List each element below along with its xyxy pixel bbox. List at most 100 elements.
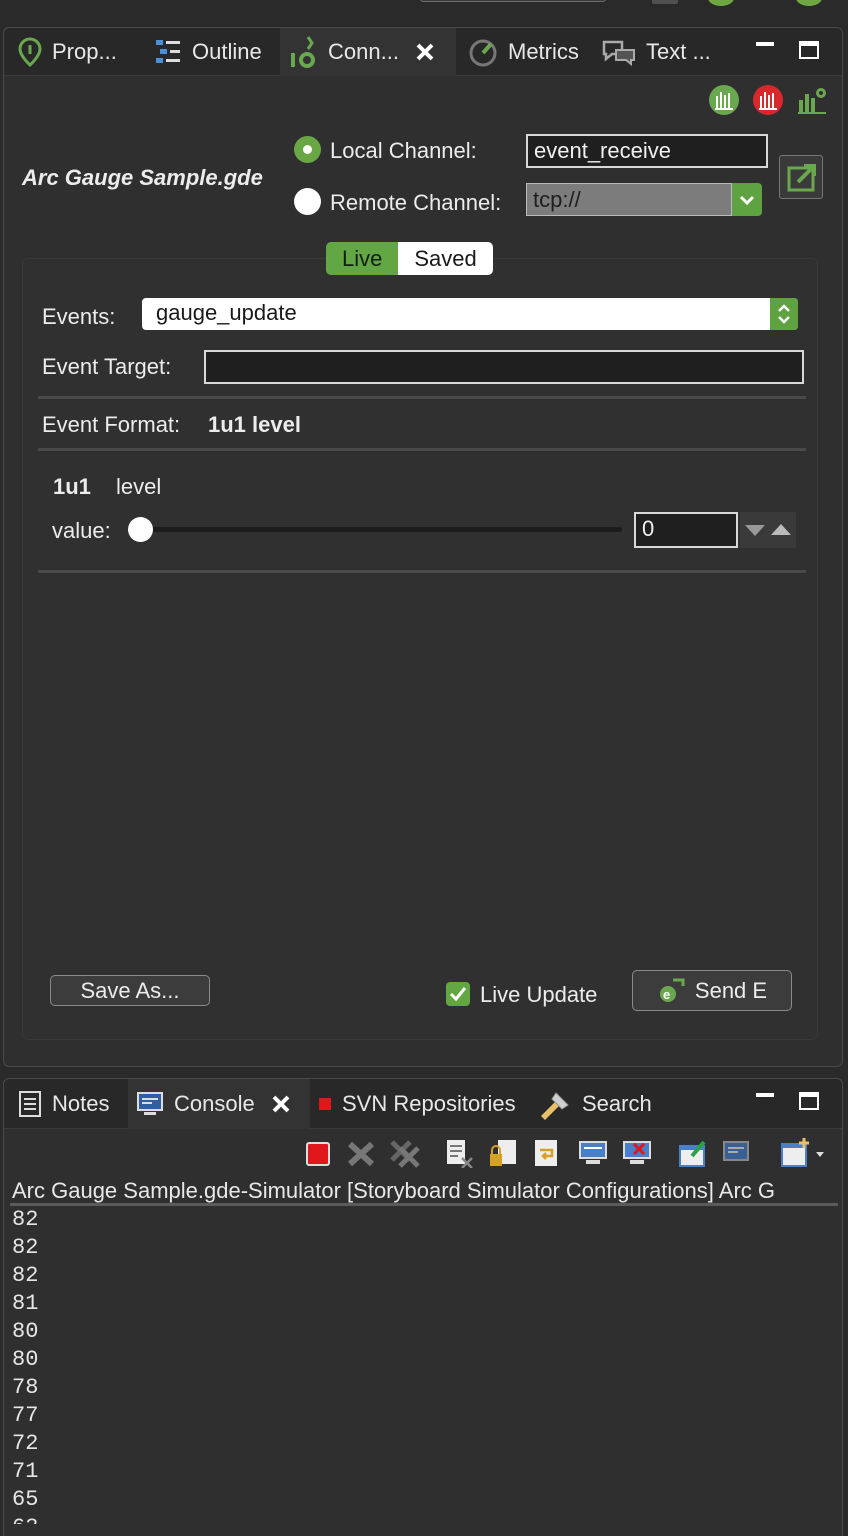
maximize-button[interactable] <box>799 41 819 59</box>
open-console-icon[interactable] <box>780 1138 828 1168</box>
tab-label: Outline <box>192 39 262 64</box>
remote-channel-label: Remote Channel: <box>330 190 502 215</box>
value-label: value: <box>52 518 111 543</box>
tab-console[interactable]: Console <box>128 1079 310 1129</box>
console-line: 63 <box>12 1514 838 1524</box>
word-wrap-icon[interactable] <box>532 1138 562 1168</box>
tab-search[interactable]: Search <box>530 1079 660 1129</box>
close-icon[interactable] <box>271 1094 291 1114</box>
checkmark-icon <box>449 987 467 1002</box>
terminate-icon[interactable] <box>304 1138 334 1168</box>
status-dot-icon <box>708 0 734 6</box>
chart-green-icon[interactable] <box>708 84 740 116</box>
tab-label: Search <box>582 1091 652 1116</box>
save-as-button[interactable]: Save As... <box>50 975 210 1006</box>
chart-settings-icon[interactable] <box>796 84 828 116</box>
bottom-tabbar: Notes Console SVN Repositories Search <box>4 1079 842 1129</box>
field-name: level <box>116 474 162 499</box>
spin-down-icon[interactable] <box>744 523 766 537</box>
event-target-input[interactable] <box>204 350 804 384</box>
console-line: 81 <box>12 1291 39 1316</box>
event-target-label: Event Target: <box>42 354 172 379</box>
popout-button[interactable] <box>779 155 823 199</box>
top-mini-icon <box>652 0 678 4</box>
remove-all-icon[interactable] <box>390 1138 420 1168</box>
mode-toggle[interactable]: Live Saved <box>326 242 493 275</box>
console-line: 72 <box>12 1431 39 1456</box>
remote-channel-value[interactable]: tcp:// <box>526 183 732 216</box>
value-input[interactable]: 0 <box>634 512 738 548</box>
properties-icon <box>18 37 42 67</box>
flashlight-icon <box>541 1092 569 1120</box>
chart-red-icon[interactable] <box>752 84 784 116</box>
live-update-label: Live Update <box>480 982 598 1007</box>
local-channel-label: Local Channel: <box>330 138 477 163</box>
svg-text:e: e <box>663 987 670 1002</box>
value-slider-track[interactable] <box>140 527 622 532</box>
status-dot-icon <box>796 0 822 6</box>
tab-properties[interactable]: Prop... <box>10 28 125 76</box>
console-line: 78 <box>12 1375 39 1400</box>
field-type: 1u1 <box>53 474 91 499</box>
show-on-output-icon[interactable] <box>578 1138 608 1168</box>
mode-live-button[interactable]: Live <box>326 242 399 275</box>
svn-icon <box>319 1098 331 1110</box>
console-line: 65 <box>12 1487 39 1512</box>
console-line: 80 <box>12 1347 39 1372</box>
tab-label: SVN Repositories <box>342 1091 516 1116</box>
value-spinner[interactable] <box>740 512 796 548</box>
minimize-button[interactable] <box>754 38 776 60</box>
tab-text[interactable]: Text ... <box>594 28 719 76</box>
maximize-button[interactable] <box>799 1092 819 1110</box>
chevron-down-icon[interactable] <box>732 183 762 216</box>
console-title: Arc Gauge Sample.gde-Simulator [Storyboa… <box>12 1178 776 1203</box>
spin-up-icon[interactable] <box>770 523 792 537</box>
value-slider-thumb[interactable] <box>128 517 153 542</box>
scroll-lock-icon[interactable] <box>488 1138 518 1168</box>
divider <box>38 396 806 399</box>
tab-label: Metrics <box>508 39 579 64</box>
notes-icon <box>19 1091 41 1117</box>
mode-saved-button[interactable]: Saved <box>398 242 493 275</box>
tab-svn-repositories[interactable]: SVN Repositories <box>310 1079 524 1129</box>
local-channel-input[interactable]: event_receive <box>526 134 768 168</box>
console-line: 80 <box>12 1319 39 1344</box>
remote-channel-combo[interactable]: tcp:// <box>526 183 762 216</box>
events-value: gauge_update <box>156 300 297 325</box>
tab-connection[interactable]: Conn... <box>280 28 456 76</box>
events-select[interactable]: gauge_update <box>142 298 798 330</box>
pin-console-icon[interactable] <box>678 1138 708 1168</box>
live-update-checkbox[interactable] <box>446 982 470 1006</box>
console-line: 71 <box>12 1459 39 1484</box>
clear-console-icon[interactable] <box>444 1138 474 1168</box>
console-line: 82 <box>12 1263 39 1288</box>
top-field[interactable] <box>420 0 606 2</box>
remove-launch-icon[interactable] <box>346 1138 376 1168</box>
top-tabbar: Prop... Outline Conn... Metrics Text ... <box>4 28 842 76</box>
minimize-button[interactable] <box>754 1089 776 1111</box>
divider <box>38 570 806 573</box>
gauge-icon <box>469 39 497 67</box>
event-format-label: Event Format: <box>42 412 181 437</box>
tab-metrics[interactable]: Metrics <box>460 28 587 76</box>
show-on-error-icon[interactable] <box>622 1138 652 1168</box>
send-event-icon: e <box>659 978 685 1002</box>
tab-label: Notes <box>52 1091 110 1116</box>
local-channel-radio[interactable] <box>294 136 321 163</box>
chat-icon <box>602 40 635 66</box>
tab-notes[interactable]: Notes <box>10 1079 117 1129</box>
divider <box>38 448 806 451</box>
tab-label: Conn... <box>328 39 399 64</box>
select-arrows-icon[interactable] <box>770 298 798 330</box>
console-output[interactable]: 82 82 82 81 80 80 78 77 72 71 65 63 <box>12 1206 838 1524</box>
outline-icon <box>156 40 180 63</box>
remote-channel-radio[interactable] <box>294 188 321 215</box>
tab-label: Console <box>174 1091 255 1116</box>
tab-label: Prop... <box>52 39 117 64</box>
close-icon[interactable] <box>415 42 435 62</box>
connection-icon <box>291 36 315 68</box>
send-event-button[interactable]: e Send E <box>632 970 792 1011</box>
tab-outline[interactable]: Outline <box>146 28 270 76</box>
event-format-value: 1u1 level <box>208 412 301 437</box>
display-console-icon[interactable] <box>722 1138 752 1168</box>
